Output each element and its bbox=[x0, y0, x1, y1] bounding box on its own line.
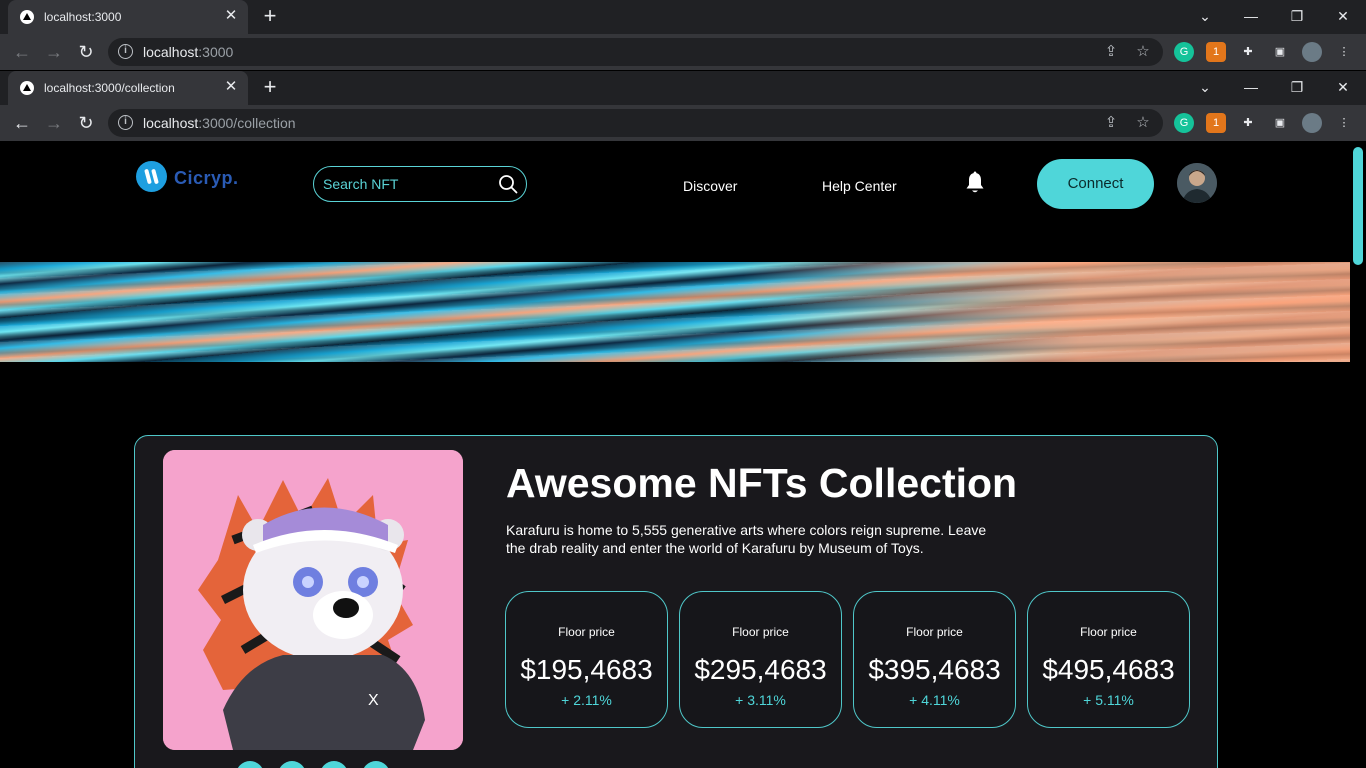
scrollbar-thumb[interactable] bbox=[1353, 147, 1363, 265]
connect-button[interactable]: Connect bbox=[1037, 159, 1154, 209]
forward-button[interactable]: → bbox=[42, 40, 66, 64]
browser-toolbar: ← → ↻ i localhost:3000 ⇪ ☆ G 1 ✚ ▣ ⋮ bbox=[0, 34, 1366, 70]
page-scrollbar[interactable] bbox=[1350, 141, 1366, 768]
side-panel-icon[interactable]: ▣ bbox=[1270, 42, 1290, 62]
extensions-puzzle-icon[interactable]: ✚ bbox=[1238, 42, 1258, 62]
stat-value: $195,4683 bbox=[520, 654, 653, 685]
address-bar[interactable]: i localhost:3000 ⇪ ☆ bbox=[108, 38, 1163, 66]
bookmark-star-icon[interactable]: ☆ bbox=[1134, 43, 1152, 61]
metamask-extension-icon[interactable]: 1 bbox=[1206, 42, 1226, 62]
stat-change: + 5.11% bbox=[1083, 692, 1134, 708]
restore-button[interactable]: ❐ bbox=[1282, 4, 1312, 28]
notification-bell-icon[interactable] bbox=[964, 171, 986, 195]
new-tab-button[interactable]: + bbox=[258, 5, 282, 29]
browser-menu-icon[interactable]: ⋮ bbox=[1334, 113, 1354, 133]
bookmark-star-icon[interactable]: ☆ bbox=[1134, 114, 1152, 132]
stat-value: $295,4683 bbox=[694, 654, 827, 685]
logo-icon[interactable] bbox=[136, 161, 167, 192]
minimize-button[interactable]: — bbox=[1236, 4, 1266, 28]
back-button[interactable]: ← bbox=[10, 40, 34, 64]
stat-label: Floor price bbox=[906, 625, 963, 639]
collection-description: Karafuru is home to 5,555 generative art… bbox=[506, 522, 987, 556]
stat-label: Floor price bbox=[732, 625, 789, 639]
stat-value: $495,4683 bbox=[1042, 654, 1175, 685]
stat-card[interactable]: Floor price $395,4683 + 4.11% bbox=[853, 591, 1016, 728]
forward-button[interactable]: → bbox=[42, 111, 66, 135]
page-content: Cicryp. Discover Help Center Connect bbox=[0, 141, 1350, 768]
stat-label: Floor price bbox=[558, 625, 615, 639]
browser-toolbar: ← → ↻ i localhost:3000/collection ⇪ ☆ G … bbox=[0, 105, 1366, 141]
tab-close-icon[interactable]: ✕ bbox=[222, 78, 240, 96]
nav-help-center[interactable]: Help Center bbox=[822, 178, 897, 194]
stat-change: + 4.11% bbox=[909, 692, 960, 708]
browser-tab[interactable]: localhost:3000 ✕ bbox=[8, 0, 248, 34]
share-icon[interactable]: ⇪ bbox=[1102, 114, 1120, 132]
tab-title: localhost:3000/collection bbox=[44, 81, 175, 95]
restore-button[interactable]: ❐ bbox=[1282, 75, 1312, 99]
minimize-button[interactable]: — bbox=[1236, 75, 1266, 99]
tab-strip: localhost:3000/collection ✕ + ⌄ — ❐ ✕ bbox=[0, 71, 1366, 105]
side-panel-icon[interactable]: ▣ bbox=[1270, 113, 1290, 133]
stat-card[interactable]: Floor price $195,4683 + 2.11% bbox=[505, 591, 668, 728]
search-input[interactable] bbox=[323, 174, 493, 194]
nav-discover[interactable]: Discover bbox=[683, 178, 737, 194]
collection-title: Awesome NFTs Collection bbox=[506, 460, 1018, 506]
search-box bbox=[313, 166, 527, 202]
nft-image[interactable]: X bbox=[163, 450, 463, 750]
search-icon[interactable] bbox=[498, 174, 518, 194]
metamask-extension-icon[interactable]: 1 bbox=[1206, 113, 1226, 133]
stat-card[interactable]: Floor price $495,4683 + 5.11% bbox=[1027, 591, 1190, 728]
shirt-logo: X bbox=[368, 692, 379, 709]
url-text[interactable]: localhost:3000 bbox=[143, 44, 233, 60]
browser-tab[interactable]: localhost:3000/collection ✕ bbox=[8, 71, 248, 105]
profile-avatar-icon[interactable] bbox=[1302, 113, 1322, 133]
favicon-icon bbox=[20, 10, 34, 24]
grammarly-extension-icon[interactable]: G bbox=[1174, 113, 1194, 133]
collection-card: X Awesome NFTs Collection Karafuru is ho… bbox=[134, 435, 1218, 768]
site-info-icon[interactable]: i bbox=[118, 115, 133, 130]
stat-label: Floor price bbox=[1080, 625, 1137, 639]
reload-button[interactable]: ↻ bbox=[74, 111, 98, 135]
bear-nft-illustration: X bbox=[163, 450, 463, 750]
user-avatar[interactable] bbox=[1177, 163, 1217, 203]
new-tab-button[interactable]: + bbox=[258, 76, 282, 100]
url-text[interactable]: localhost:3000/collection bbox=[143, 115, 296, 131]
tab-search-icon[interactable]: ⌄ bbox=[1190, 75, 1220, 99]
site-info-icon[interactable]: i bbox=[118, 44, 133, 59]
collection-banner bbox=[0, 262, 1350, 362]
tab-strip: localhost:3000 ✕ + ⌄ — ❐ ✕ bbox=[0, 0, 1366, 34]
browser-menu-icon[interactable]: ⋮ bbox=[1334, 42, 1354, 62]
logo-text[interactable]: Cicryp. bbox=[174, 168, 239, 189]
back-button[interactable]: ← bbox=[10, 111, 34, 135]
close-window-button[interactable]: ✕ bbox=[1328, 4, 1358, 28]
grammarly-extension-icon[interactable]: G bbox=[1174, 42, 1194, 62]
stat-value: $395,4683 bbox=[868, 654, 1001, 685]
stat-change: + 3.11% bbox=[735, 692, 786, 708]
stat-card[interactable]: Floor price $295,4683 + 3.11% bbox=[679, 591, 842, 728]
profile-avatar-icon[interactable] bbox=[1302, 42, 1322, 62]
tab-search-icon[interactable]: ⌄ bbox=[1190, 4, 1220, 28]
tab-close-icon[interactable]: ✕ bbox=[222, 7, 240, 25]
close-window-button[interactable]: ✕ bbox=[1328, 75, 1358, 99]
browser-window-1: localhost:3000 ✕ + ⌄ — ❐ ✕ ← → ↻ i local… bbox=[0, 0, 1366, 70]
favicon-icon bbox=[20, 81, 34, 95]
reload-button[interactable]: ↻ bbox=[74, 40, 98, 64]
share-icon[interactable]: ⇪ bbox=[1102, 43, 1120, 61]
extensions-puzzle-icon[interactable]: ✚ bbox=[1238, 113, 1258, 133]
tab-title: localhost:3000 bbox=[44, 10, 122, 24]
stat-change: + 2.11% bbox=[561, 692, 612, 708]
avatar-image bbox=[1177, 163, 1217, 203]
browser-window-2: localhost:3000/collection ✕ + ⌄ — ❐ ✕ ← … bbox=[0, 71, 1366, 141]
address-bar[interactable]: i localhost:3000/collection ⇪ ☆ bbox=[108, 109, 1163, 137]
